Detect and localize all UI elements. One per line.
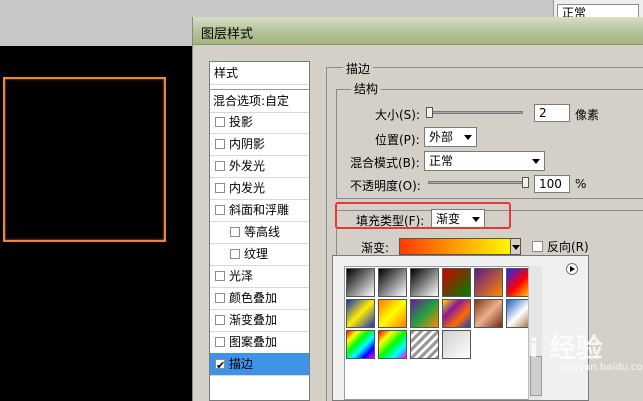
position-label: 位置(P): [375, 133, 420, 147]
style-item-checkbox[interactable] [215, 293, 225, 303]
style-item-label: 渐变叠加 [229, 313, 278, 327]
reverse-label: 反向(R) [547, 240, 589, 254]
position-value: 外部 [429, 130, 454, 144]
opacity-slider-thumb[interactable] [522, 177, 529, 188]
style-item-11[interactable]: ✔ 描边 [210, 353, 309, 376]
style-item-label: 斜面和浮雕 [229, 203, 290, 217]
size-slider-track[interactable] [428, 111, 523, 114]
style-item-checkbox[interactable]: ✔ [215, 359, 225, 372]
gradient-swatch-transparent-rainbow[interactable] [378, 330, 407, 359]
style-item-1[interactable]: 内阴影 [210, 133, 309, 156]
gradient-swatch-violet-orange[interactable] [474, 268, 503, 297]
gradient-swatch-foreground-to-transparent[interactable] [378, 268, 407, 297]
opacity-unit-label: % [575, 177, 587, 191]
style-item-checkbox[interactable] [215, 205, 225, 215]
position-select[interactable]: 外部 [424, 127, 477, 147]
stroke-section-title: 描边 [343, 60, 374, 77]
style-item-7[interactable]: 光泽 [210, 265, 309, 288]
styles-header-label: 样式 [214, 66, 239, 80]
gradient-label: 渐变: [361, 241, 390, 255]
opacity-label: 不透明度(O): [350, 179, 421, 193]
styles-list: 样式 混合选项:自定 投影内阴影外发光内发光斜面和浮雕等高线纹理光泽颜色叠加渐变… [209, 61, 310, 401]
reverse-checkbox[interactable] [532, 241, 543, 252]
gradient-dropdown-button[interactable] [510, 238, 521, 255]
opacity-input[interactable]: 100 [534, 175, 570, 193]
blend-mode-label: 混合模式(B): [350, 156, 420, 170]
watermark-url: jingyan.baidu.com [560, 362, 643, 373]
baidu-jingyan-watermark: Bai 经验 [490, 334, 604, 364]
chevron-down-icon [532, 159, 540, 164]
styles-list-header[interactable]: 样式 [210, 62, 309, 85]
gradient-swatch-neutral-density[interactable] [442, 330, 471, 359]
style-item-0[interactable]: 投影 [210, 111, 309, 134]
style-item-checkbox[interactable] [215, 315, 225, 325]
style-item-label: 投影 [229, 115, 254, 129]
style-item-label: 内阴影 [229, 137, 266, 151]
style-item-label: 描边 [229, 357, 254, 371]
style-item-checkbox[interactable] [215, 183, 225, 193]
style-item-label: 颜色叠加 [229, 291, 278, 305]
size-unit-label: 像素 [575, 108, 600, 122]
gradient-swatch-spectrum[interactable] [346, 330, 375, 359]
blend-options-item[interactable]: 混合选项:自定 [210, 89, 309, 113]
style-item-label: 外发光 [229, 159, 266, 173]
blend-options-label: 混合选项:自定 [213, 94, 290, 108]
gradient-swatch-black-white[interactable] [410, 268, 439, 297]
gradient-swatch-foreground-to-background[interactable] [346, 268, 375, 297]
chevron-down-icon [464, 135, 472, 140]
size-label: 大小(S): [375, 108, 421, 122]
picker-menu-arrow-icon[interactable] [566, 263, 578, 275]
style-item-2[interactable]: 外发光 [210, 155, 309, 178]
style-item-label: 等高线 [244, 225, 281, 239]
style-item-checkbox[interactable] [215, 117, 225, 127]
style-item-8[interactable]: 颜色叠加 [210, 287, 309, 310]
blend-mode-value: 正常 [429, 154, 454, 168]
gradient-swatch-copper[interactable] [474, 299, 503, 328]
size-input[interactable]: 2 [534, 104, 570, 122]
style-item-label: 光泽 [229, 269, 254, 283]
opacity-slider-track[interactable] [428, 181, 526, 184]
structure-title: 结构 [351, 80, 382, 97]
dialog-title: 图层样式 [201, 27, 254, 42]
gradient-preview[interactable] [399, 238, 516, 255]
style-item-4[interactable]: 斜面和浮雕 [210, 199, 309, 222]
size-slider-thumb[interactable] [426, 107, 433, 118]
stroked-layer-preview [3, 77, 166, 242]
style-item-9[interactable]: 渐变叠加 [210, 309, 309, 332]
gradient-swatch-transparent-stripes[interactable] [410, 330, 439, 359]
gradient-swatch-blue-yellow-blue[interactable] [346, 299, 375, 328]
gradient-swatch-red-green[interactable] [442, 268, 471, 297]
style-item-label: 纹理 [244, 247, 269, 261]
style-item-checkbox[interactable] [215, 139, 225, 149]
style-item-label: 内发光 [229, 181, 266, 195]
gradient-swatch-yellow-violet-orange-blue[interactable] [442, 299, 471, 328]
style-item-6[interactable]: 纹理 [210, 243, 309, 266]
style-item-3[interactable]: 内发光 [210, 177, 309, 200]
gradient-swatch-orange-yellow-orange[interactable] [378, 299, 407, 328]
style-item-label: 图案叠加 [229, 335, 278, 349]
style-item-checkbox[interactable] [215, 161, 225, 171]
gradient-swatch-violet-green-orange[interactable] [410, 299, 439, 328]
dialog-titlebar[interactable]: 图层样式 [193, 17, 643, 45]
annotation-highlight-box [335, 202, 511, 229]
style-item-10[interactable]: 图案叠加 [210, 331, 309, 354]
style-item-checkbox[interactable] [230, 249, 240, 259]
blend-mode-select[interactable]: 正常 [424, 151, 545, 171]
style-item-checkbox[interactable] [230, 227, 240, 237]
style-item-checkbox[interactable] [215, 337, 225, 347]
checkmark-icon: ✔ [216, 359, 226, 372]
style-item-checkbox[interactable] [215, 271, 225, 281]
style-item-5[interactable]: 等高线 [210, 221, 309, 244]
